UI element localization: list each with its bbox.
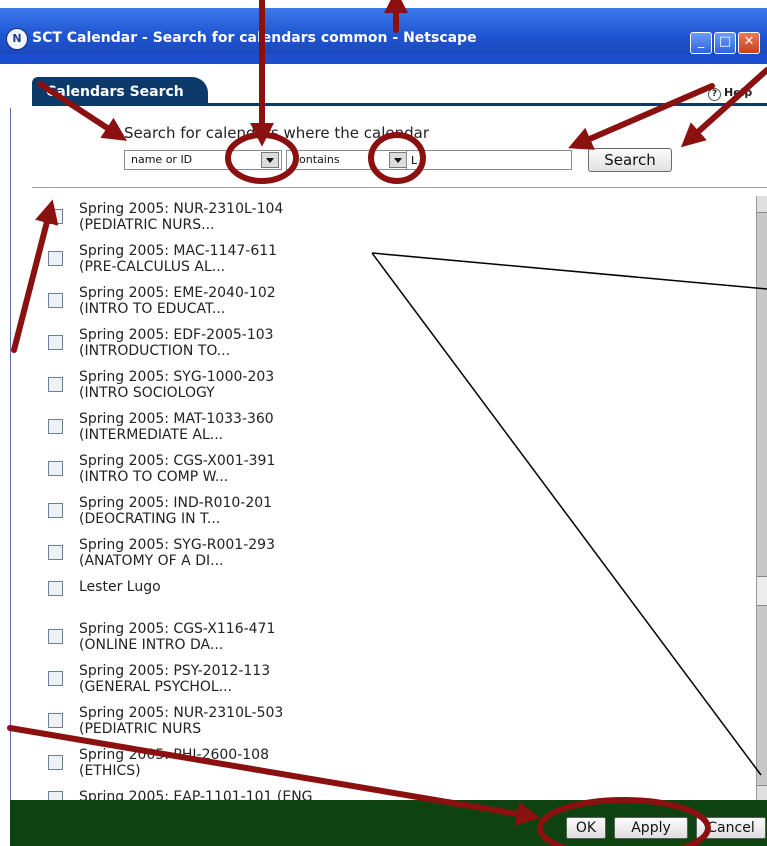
list-item[interactable]: Spring 2005: CGS-X001-391 (INTRO TO COMP … (32, 453, 732, 491)
menu-strip (0, 54, 767, 64)
list-item-checkbox[interactable] (48, 755, 63, 770)
list-item-subtitle: (ANATOMY OF A DI... (79, 553, 224, 569)
scroll-thumb[interactable] (757, 576, 767, 606)
dropdown-arrow-icon[interactable] (261, 152, 279, 168)
list-item[interactable]: Spring 2005: MAC-1147-611 (PRE-CALCULUS A… (32, 243, 732, 281)
list-item-checkbox[interactable] (48, 581, 63, 596)
list-item-title: Spring 2005: PHI-2600-108 (79, 747, 269, 763)
list-item[interactable]: Spring 2005: IND-R010-201 (DEOCRATING IN … (32, 495, 732, 533)
list-item-checkbox[interactable] (48, 629, 63, 644)
list-item-title: Spring 2005: PSY-2012-113 (79, 663, 271, 679)
list-item-subtitle: (INTRO TO COMP W... (79, 469, 229, 485)
list-item-title: Spring 2005: NUR-2310L-104 (79, 201, 284, 217)
list-item-subtitle: (PRE-CALCULUS AL... (79, 259, 226, 275)
results-list: Spring 2005: NUR-2310L-104 (PEDIATRIC NUR… (32, 190, 756, 800)
list-item-checkbox[interactable] (48, 251, 63, 266)
minimize-icon[interactable]: _ (690, 32, 712, 54)
search-input[interactable] (406, 150, 572, 170)
field-select-value: name or ID (131, 153, 193, 166)
list-item-title: Spring 2005: CGS-X001-391 (79, 453, 276, 469)
apply-button[interactable]: Apply (614, 817, 688, 839)
list-item-subtitle: (GENERAL PSYCHOL... (79, 679, 233, 695)
list-item-checkbox[interactable] (48, 713, 63, 728)
netscape-icon: N (6, 28, 28, 50)
list-item-checkbox[interactable] (48, 209, 63, 224)
operator-select[interactable]: contains (286, 150, 410, 170)
list-item[interactable]: Spring 2005: NUR-2310L-104 (PEDIATRIC NUR… (32, 201, 732, 239)
list-item-checkbox[interactable] (48, 419, 63, 434)
list-item-title: Spring 2005: SYG-1000-203 (79, 369, 275, 385)
list-item-checkbox[interactable] (48, 503, 63, 518)
list-item-title: Lester Lugo (79, 579, 161, 595)
list-item[interactable]: Lester Lugo (32, 579, 732, 617)
list-item-subtitle: (ONLINE INTRO DA... (79, 637, 224, 653)
title-bar[interactable]: N SCT Calendar - Search for calendars co… (0, 8, 767, 54)
list-item-title: Spring 2005: MAT-1033-360 (79, 411, 274, 427)
list-item[interactable]: Spring 2005: CGS-X116-471 (ONLINE INTRO D… (32, 621, 732, 659)
list-item[interactable]: Spring 2005: SYG-1000-203 (INTRO SOCIOLOG… (32, 369, 732, 407)
list-item-title: Spring 2005: MAC-1147-611 (79, 243, 278, 259)
list-item[interactable]: Spring 2005: EAP-1101-101 (ENG (32, 789, 732, 800)
list-item-checkbox[interactable] (48, 791, 63, 800)
list-item-title: Spring 2005: EDF-2005-103 (79, 327, 274, 343)
list-item-title: Spring 2005: EAP-1101-101 (ENG (79, 789, 313, 800)
list-item-title: Spring 2005: NUR-2310L-503 (79, 705, 284, 721)
list-item-subtitle: (PEDIATRIC NURS (79, 721, 202, 737)
help-link[interactable]: ? Help (708, 86, 752, 101)
list-item-title: Spring 2005: CGS-X116-471 (79, 621, 276, 637)
cancel-button[interactable]: Cancel (696, 817, 766, 839)
list-item-title: Spring 2005: EME-2040-102 (79, 285, 276, 301)
list-item-subtitle: (ETHICS) (79, 763, 141, 779)
list-item[interactable]: Spring 2005: EME-2040-102 (INTRO TO EDUCA… (32, 285, 732, 323)
tab-calendars-search[interactable]: Calendars Search (32, 77, 208, 106)
list-item-title: Spring 2005: IND-R010-201 (79, 495, 273, 511)
list-item[interactable]: Spring 2005: MAT-1033-360 (INTERMEDIATE A… (32, 411, 732, 449)
window-title: SCT Calendar - Search for calendars comm… (32, 30, 477, 46)
scrollbar[interactable] (756, 196, 767, 802)
list-item-subtitle: (PEDIATRIC NURS... (79, 217, 215, 233)
list-item-checkbox[interactable] (48, 335, 63, 350)
list-item-subtitle: (INTRODUCTION TO... (79, 343, 231, 359)
help-icon: ? (708, 88, 721, 101)
list-item-checkbox[interactable] (48, 671, 63, 686)
scroll-up-icon[interactable] (757, 196, 767, 213)
list-item-subtitle: (INTRO TO EDUCAT... (79, 301, 226, 317)
help-label: Help (724, 86, 753, 99)
divider (32, 187, 767, 188)
search-button[interactable]: Search (588, 148, 672, 172)
list-item[interactable]: Spring 2005: PHI-2600-108 (ETHICS) (32, 747, 732, 785)
field-select[interactable]: name or ID (124, 150, 282, 170)
list-item-checkbox[interactable] (48, 545, 63, 560)
list-item-checkbox[interactable] (48, 293, 63, 308)
maximize-icon[interactable]: □ (714, 32, 736, 54)
list-item-checkbox[interactable] (48, 461, 63, 476)
tab-label: Calendars Search (46, 84, 184, 100)
list-item-title: Spring 2005: SYG-R001-293 (79, 537, 275, 553)
list-item[interactable]: Spring 2005: SYG-R001-293 (ANATOMY OF A D… (32, 537, 732, 575)
netscape-window: N SCT Calendar - Search for calendars co… (0, 0, 767, 846)
window-left-frame (0, 64, 11, 846)
list-item-subtitle: (DEOCRATING IN T... (79, 511, 221, 527)
list-item-subtitle: (INTERMEDIATE AL... (79, 427, 224, 443)
ok-button[interactable]: OK (566, 817, 606, 839)
list-item-subtitle: (INTRO SOCIOLOGY (79, 385, 215, 401)
list-item-checkbox[interactable] (48, 377, 63, 392)
close-icon[interactable]: ✕ (738, 32, 760, 54)
list-item[interactable]: Spring 2005: NUR-2310L-503 (PEDIATRIC NUR… (32, 705, 732, 743)
list-item[interactable]: Spring 2005: PSY-2012-113 (GENERAL PSYCHO… (32, 663, 732, 701)
operator-select-value: contains (293, 153, 340, 166)
search-prompt: Search for calenders where the calendar (124, 124, 429, 142)
list-item[interactable]: Spring 2005: EDF-2005-103 (INTRODUCTION T… (32, 327, 732, 365)
dropdown-arrow-icon[interactable] (389, 152, 407, 168)
